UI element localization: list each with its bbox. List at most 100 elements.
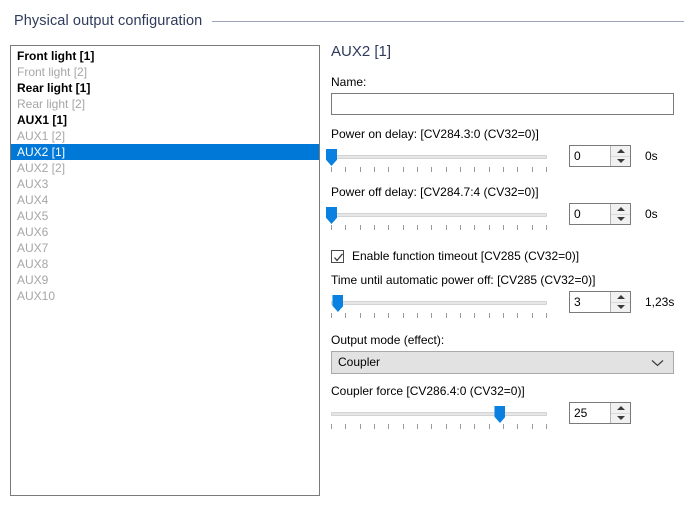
list-item[interactable]: AUX7 [11,240,319,256]
list-item[interactable]: Front light [2] [11,64,319,80]
spin-buttons[interactable] [610,146,630,166]
slider-track [331,412,547,416]
chevron-down-icon [616,305,625,310]
list-item-label: AUX2 [1] [17,145,66,159]
enable-timeout-label: Enable function timeout [CV285 (CV32=0)] [352,249,580,263]
chevron-down-icon [616,159,625,164]
list-item[interactable]: AUX1 [2] [11,128,319,144]
list-item[interactable]: AUX1 [1] [11,112,319,128]
auto-power-off-label: Time until automatic power off: [CV285 (… [331,273,596,287]
list-item-label: AUX5 [17,209,49,223]
power-off-delay-row: 0 0s [326,203,676,234]
slider-ticks [331,313,547,318]
spin-value[interactable]: 25 [570,403,610,423]
slider-ticks [331,424,547,429]
output-detail-panel: AUX2 [1] Name: Power on delay: [CV284.3:… [326,42,676,432]
power-on-delay-label: Power on delay: [CV284.3:0 (CV32=0)] [331,127,539,141]
list-item[interactable]: AUX6 [11,224,319,240]
list-item-label: Rear light [2] [17,97,86,111]
power-off-delay-slider[interactable] [326,206,547,234]
list-item-label: AUX8 [17,257,49,271]
auto-power-off-suffix: 1,23s [645,295,675,309]
check-icon [334,252,344,262]
spin-down-button[interactable] [611,414,630,424]
spin-down-button[interactable] [611,215,630,225]
list-item-label: Rear light [1] [17,81,91,95]
enable-timeout-row[interactable]: Enable function timeout [CV285 (CV32=0)] [331,247,676,265]
list-item-label: AUX1 [2] [17,129,66,143]
slider-thumb[interactable] [326,149,337,166]
slider-track [331,301,547,305]
auto-power-off-slider[interactable] [331,294,547,322]
chevron-up-icon [616,405,625,410]
chevron-down-icon [616,217,625,222]
list-item-label: AUX4 [17,193,49,207]
list-item-label: AUX2 [2] [17,161,66,175]
header-divider [212,20,684,22]
spin-value[interactable]: 3 [570,292,610,312]
list-item-label: Front light [1] [17,49,95,63]
list-item[interactable]: AUX10 [11,288,319,304]
output-mode-combobox[interactable]: Coupler [331,351,674,374]
chevron-down-icon [616,416,625,421]
spin-down-button[interactable] [611,303,630,313]
power-on-delay-spinbox[interactable]: 0 [569,145,631,167]
spin-value[interactable]: 0 [570,204,610,224]
list-item[interactable]: AUX2 [1] [11,144,319,160]
list-item-label: AUX9 [17,273,49,287]
list-item-label: AUX3 [17,177,49,191]
list-item[interactable]: Rear light [2] [11,96,319,112]
auto-power-off-spinbox[interactable]: 3 [569,291,631,313]
power-off-delay-suffix: 0s [645,207,658,221]
group-header: Physical output configuration [0,10,690,32]
power-off-delay-label: Power off delay: [CV284.7:4 (CV32=0)] [331,185,539,199]
slider-ticks [331,225,547,230]
page-title: Physical output configuration [14,13,203,29]
spin-down-button[interactable] [611,157,630,167]
name-input[interactable] [331,93,674,115]
chevron-up-icon [616,148,625,153]
physical-output-listbox[interactable]: Front light [1] Front light [2] Rear light… [10,45,320,496]
chevron-up-icon [616,294,625,299]
spin-up-button[interactable] [611,403,630,414]
spin-up-button[interactable] [611,146,630,157]
list-item[interactable]: AUX4 [11,192,319,208]
spin-up-button[interactable] [611,292,630,303]
detail-title: AUX2 [1] [331,43,392,60]
slider-track [331,213,547,217]
list-item-label: Front light [2] [17,65,88,79]
chevron-up-icon [616,206,625,211]
chevron-down-icon[interactable] [651,359,664,367]
slider-thumb[interactable] [332,295,344,312]
power-on-delay-suffix: 0s [645,149,658,163]
list-item[interactable]: AUX3 [11,176,319,192]
list-item[interactable]: Rear light [1] [11,80,319,96]
output-mode-label: Output mode (effect): [331,333,445,347]
list-item[interactable]: AUX2 [2] [11,160,319,176]
spin-buttons[interactable] [610,403,630,423]
slider-thumb[interactable] [326,207,337,224]
output-mode-value: Coupler [338,355,381,369]
coupler-force-row: 25 [331,402,676,432]
spin-buttons[interactable] [610,292,630,312]
name-label: Name: [331,75,367,89]
slider-ticks [331,167,547,172]
list-item-label: AUX10 [17,289,56,303]
list-item-label: AUX1 [1] [17,113,68,127]
spin-up-button[interactable] [611,204,630,215]
power-on-delay-slider[interactable] [326,148,547,176]
slider-thumb[interactable] [494,406,506,423]
spin-value[interactable]: 0 [570,146,610,166]
list-item-label: AUX7 [17,241,49,255]
coupler-force-slider[interactable] [331,405,547,433]
list-item[interactable]: AUX9 [11,272,319,288]
spin-buttons[interactable] [610,204,630,224]
enable-timeout-checkbox[interactable] [331,249,344,263]
list-item[interactable]: AUX5 [11,208,319,224]
coupler-force-spinbox[interactable]: 25 [569,402,631,424]
power-off-delay-spinbox[interactable]: 0 [569,203,631,225]
coupler-force-label: Coupler force [CV286.4:0 (CV32=0)] [331,384,525,398]
slider-track [331,155,547,159]
list-item[interactable]: Front light [1] [11,48,319,64]
list-item[interactable]: AUX8 [11,256,319,272]
